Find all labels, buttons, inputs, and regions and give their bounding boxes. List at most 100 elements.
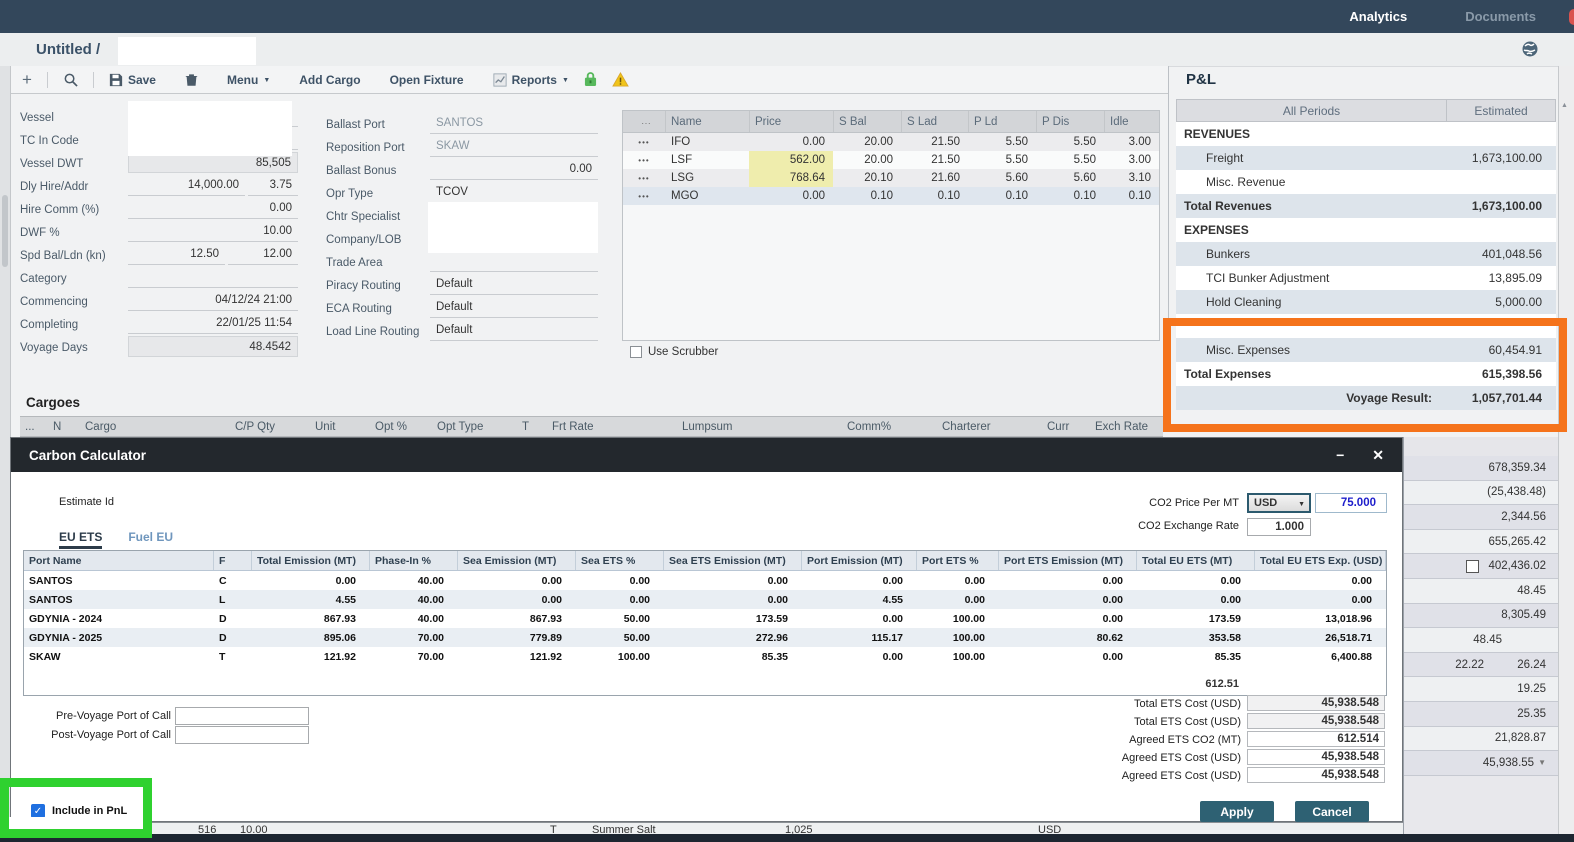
- pre-voyage-input[interactable]: [175, 707, 309, 725]
- header-cell[interactable]: Frt Rate: [547, 421, 677, 433]
- header-cell[interactable]: N: [48, 421, 80, 433]
- header-cell[interactable]: S Lad: [901, 111, 968, 132]
- header-cell[interactable]: Total EU ETS (MT): [1137, 551, 1255, 570]
- pnl-side-row[interactable]: 19.25: [1404, 677, 1558, 702]
- pnl-side-row-double[interactable]: 22.2226.24: [1404, 653, 1558, 678]
- header-cell[interactable]: S Bal: [833, 111, 901, 132]
- tab-eu-ets[interactable]: EU ETS: [59, 530, 102, 549]
- pnl-row-freight[interactable]: Freight1,673,100.00: [1176, 146, 1556, 170]
- close-icon[interactable]: ✕: [1372, 447, 1384, 464]
- pnl-row-tci-bunker-adjustment[interactable]: TCI Bunker Adjustment13,895.09: [1176, 266, 1556, 290]
- agreed-ets-co2-input[interactable]: 612.514: [1247, 731, 1385, 747]
- header-cell[interactable]: Phase-In %: [370, 551, 458, 570]
- pnl-scrollbar[interactable]: ▲: [1558, 66, 1574, 842]
- header-cell[interactable]: Unit: [310, 421, 370, 433]
- tab-fuel-eu[interactable]: Fuel EU: [128, 530, 173, 549]
- completing-input[interactable]: 22/01/25 11:54: [128, 313, 298, 334]
- pnl-side-row[interactable]: (25,438.48): [1404, 481, 1558, 506]
- co2-currency-select[interactable]: USD ▼: [1247, 493, 1311, 513]
- use-scrubber-checkbox[interactable]: Use Scrubber: [630, 346, 718, 358]
- pnl-side-row[interactable]: 2,344.56: [1404, 505, 1558, 530]
- header-cell[interactable]: Charterer: [937, 421, 1042, 433]
- commencing-input[interactable]: 04/12/24 21:00: [128, 290, 298, 311]
- pnl-side-row[interactable]: 48.45: [1404, 628, 1558, 653]
- header-cell[interactable]: Sea Emission (MT): [458, 551, 576, 570]
- header-cell[interactable]: Curr: [1042, 421, 1090, 433]
- checkbox-icon[interactable]: [1466, 560, 1479, 573]
- ets-row-gdynia-2025[interactable]: GDYNIA - 2025D895.0670.00779.8950.00272.…: [24, 628, 1386, 647]
- header-cell[interactable]: F: [214, 551, 252, 570]
- pnl-row-bunkers[interactable]: Bunkers401,048.56: [1176, 242, 1556, 266]
- header-cell[interactable]: Port ETS %: [917, 551, 999, 570]
- pnl-side-row[interactable]: 21,828.87: [1404, 727, 1558, 752]
- header-cell[interactable]: T: [517, 421, 547, 433]
- search-button[interactable]: [63, 72, 78, 87]
- hire-comm-input[interactable]: 0.00: [128, 198, 298, 219]
- ets-row-gdynia-2024[interactable]: GDYNIA - 2024D867.9340.00867.9350.00173.…: [24, 609, 1386, 628]
- warning-icon[interactable]: [612, 72, 629, 87]
- co2-price-input[interactable]: 75.000: [1315, 493, 1387, 513]
- header-cell[interactable]: Sea ETS %: [576, 551, 664, 570]
- pnl-side-row[interactable]: 8,305.49: [1404, 604, 1558, 629]
- open-fixture-button[interactable]: Open Fixture: [390, 73, 464, 87]
- checkbox-icon[interactable]: [630, 346, 642, 358]
- minimize-icon[interactable]: −: [1336, 447, 1344, 464]
- pnl-side-row-dropdown[interactable]: 45,938.55▼: [1404, 751, 1558, 776]
- fuel-row-lsg[interactable]: ••• LSG 768.64 20.10 21.60 5.60 5.60 3.1…: [623, 169, 1159, 187]
- ballast-port-input[interactable]: SANTOS: [430, 113, 598, 134]
- reposition-port-input[interactable]: SKAW: [430, 136, 598, 157]
- ets-row-skaw[interactable]: SKAWT121.9270.00121.92100.0085.350.00100…: [24, 647, 1386, 666]
- left-scrollbar-thumb[interactable]: [2, 195, 8, 267]
- header-cell[interactable]: Port Name: [24, 551, 214, 570]
- dly-hire-input[interactable]: 14,000.00: [128, 175, 245, 196]
- header-cell[interactable]: Total EU ETS Exp. (USD): [1255, 551, 1386, 570]
- delete-button[interactable]: [185, 73, 198, 87]
- fuel-row-lsf[interactable]: ••• LSF 562.00 20.00 21.50 5.50 5.50 3.0…: [623, 151, 1159, 169]
- cancel-button[interactable]: Cancel: [1295, 801, 1369, 822]
- pnl-row-hold-cleaning[interactable]: Hold Cleaning5,000.00: [1176, 290, 1556, 314]
- category-input[interactable]: [128, 267, 298, 288]
- ets-row-santos-c[interactable]: SANTOSC0.0040.000.000.000.000.000.000.00…: [24, 571, 1386, 590]
- fuel-row-ifo[interactable]: ••• IFO 0.00 20.00 21.50 5.50 5.50 3.00: [623, 133, 1159, 151]
- dwf-input[interactable]: 10.00: [128, 221, 298, 242]
- header-cell[interactable]: Port Emission (MT): [802, 551, 917, 570]
- header-cell[interactable]: C/P Qty: [230, 421, 310, 433]
- header-cell[interactable]: Opt %: [370, 421, 432, 433]
- reports-button[interactable]: Reports▼: [493, 73, 569, 87]
- header-cell[interactable]: Idle: [1104, 111, 1159, 132]
- header-cell[interactable]: Lumpsum: [677, 421, 842, 433]
- fuel-row-mgo[interactable]: ••• MGO 0.00 0.10 0.10 0.10 0.10 0.10: [623, 187, 1159, 205]
- header-cell[interactable]: P Ld: [968, 111, 1036, 132]
- eca-routing-input[interactable]: Default: [430, 297, 598, 318]
- add-cargo-button[interactable]: Add Cargo: [299, 73, 360, 87]
- scroll-up-icon[interactable]: ▲: [1561, 102, 1568, 109]
- header-cell[interactable]: P Dis: [1036, 111, 1104, 132]
- speed-laden-input[interactable]: 12.00: [228, 244, 298, 265]
- speed-ballast-input[interactable]: 12.50: [128, 244, 225, 265]
- agreed-ets-cost-input[interactable]: 45,938.548: [1247, 749, 1385, 765]
- pnl-side-row[interactable]: 48.45: [1404, 579, 1558, 604]
- trade-area-input[interactable]: [430, 251, 598, 272]
- tab-analytics[interactable]: Analytics: [1349, 9, 1407, 24]
- pnl-row-misc-revenue[interactable]: Misc. Revenue: [1176, 170, 1556, 194]
- header-cell[interactable]: Port ETS Emission (MT): [999, 551, 1137, 570]
- pnl-col-estimated[interactable]: Estimated: [1447, 100, 1555, 121]
- header-cell[interactable]: Sea ETS Emission (MT): [664, 551, 802, 570]
- pnl-side-row[interactable]: 678,359.34: [1404, 456, 1558, 481]
- pnl-side-row-checkbox[interactable]: 402,436.02: [1404, 554, 1558, 579]
- tab-documents[interactable]: Documents: [1465, 9, 1536, 24]
- agreed-ets-cost-input[interactable]: 45,938.548: [1247, 767, 1385, 783]
- co2-rate-input[interactable]: 1.000: [1247, 518, 1311, 536]
- header-cell[interactable]: Comm%: [842, 421, 937, 433]
- apply-button[interactable]: Apply: [1200, 801, 1274, 822]
- header-cell[interactable]: Cargo: [80, 421, 230, 433]
- header-cell[interactable]: Total Emission (MT): [252, 551, 370, 570]
- ballast-bonus-input[interactable]: 0.00: [430, 159, 598, 180]
- header-cell[interactable]: Exch Rate: [1090, 421, 1163, 433]
- pnl-side-row[interactable]: 25.35: [1404, 702, 1558, 727]
- post-voyage-input[interactable]: [175, 726, 309, 744]
- save-button[interactable]: Save: [109, 73, 156, 87]
- addr-comm-input[interactable]: 3.75: [248, 175, 298, 196]
- menu-button[interactable]: Menu▼: [227, 73, 270, 87]
- load-line-routing-input[interactable]: Default: [430, 320, 598, 341]
